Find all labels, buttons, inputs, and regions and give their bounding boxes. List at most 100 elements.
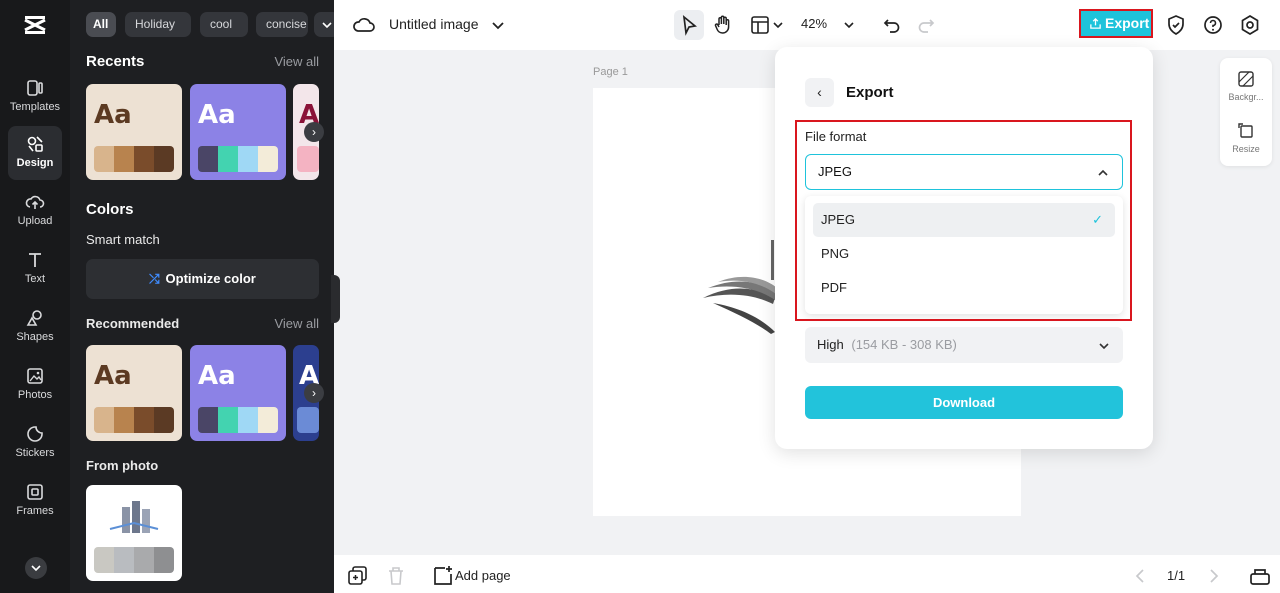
prev-page-chevron-left-icon — [1129, 564, 1153, 588]
undo-icon[interactable] — [880, 13, 904, 37]
text-icon — [29, 253, 41, 267]
rail-shapes-label: Shapes — [16, 331, 54, 343]
palette-card-text: Aa — [198, 361, 236, 391]
rail-text-label: Text — [24, 273, 46, 285]
rail-frames-label: Frames — [16, 505, 54, 517]
document-title[interactable]: Untitled image — [389, 16, 479, 32]
chip-cool[interactable]: cool — [200, 12, 248, 37]
add-page-button[interactable]: Add page — [455, 568, 511, 583]
palette-card-text: Aa — [94, 100, 132, 130]
optimize-color-button[interactable]: ⤮ Optimize color — [86, 259, 319, 299]
rail-design[interactable]: Design — [8, 126, 62, 180]
recents-title: Recents — [86, 53, 145, 70]
export-button-label: Export — [1105, 15, 1150, 31]
export-upload-icon — [1090, 17, 1101, 29]
photo-swatches — [94, 547, 174, 573]
recommended-next-button[interactable]: › — [304, 383, 324, 403]
rail-design-label: Design — [16, 157, 54, 169]
recommended-view-all-link[interactable]: View all — [274, 316, 319, 331]
page-counter: 1/1 — [1167, 568, 1186, 583]
export-panel-title: Export — [846, 84, 894, 101]
page-manager-icon[interactable] — [1248, 564, 1272, 588]
palette-card-text: Aa — [94, 361, 132, 391]
recommended-title: Recommended — [86, 316, 180, 331]
resize-tool[interactable]: Resize — [1220, 122, 1272, 154]
rail-templates[interactable]: Templates — [8, 70, 62, 124]
settings-gear-icon[interactable] — [1238, 13, 1262, 37]
rail-upload[interactable]: Upload — [8, 184, 62, 238]
chip-concise[interactable]: concise — [256, 12, 308, 37]
design-icon — [27, 136, 43, 152]
palette-swatches — [297, 146, 319, 172]
rail-stickers-label: Stickers — [15, 447, 55, 459]
select-tool-button[interactable] — [674, 10, 704, 40]
rail-upload-label: Upload — [17, 215, 53, 227]
from-photo-card[interactable] — [86, 485, 182, 581]
zoom-chevron-down-icon[interactable] — [837, 13, 861, 37]
title-chevron-down-icon[interactable] — [486, 13, 510, 37]
help-icon[interactable] — [1201, 13, 1225, 37]
background-icon — [1238, 71, 1254, 87]
quality-select[interactable]: High (154 KB - 308 KB) — [805, 327, 1123, 363]
resize-icon — [1238, 123, 1253, 138]
add-page-icon[interactable] — [431, 564, 455, 588]
hand-tool-icon[interactable] — [711, 13, 735, 37]
rail-frames[interactable]: Frames — [8, 474, 62, 528]
rail-photos[interactable]: Photos — [8, 358, 62, 412]
chevron-down-icon — [322, 22, 332, 29]
rail-stickers[interactable]: Stickers — [8, 416, 62, 470]
highlight-annotation — [795, 120, 1132, 321]
back-button[interactable]: ‹ — [805, 78, 834, 107]
recents-view-all-link[interactable]: View all — [274, 54, 319, 69]
capcut-logo-icon[interactable] — [22, 12, 48, 38]
redo-icon — [914, 13, 938, 37]
optimize-color-label: Optimize color — [165, 271, 256, 286]
frames-icon — [27, 484, 43, 500]
quality-detail: (154 KB - 308 KB) — [851, 337, 957, 352]
rail-photos-label: Photos — [17, 389, 53, 401]
bottom-bar: Add page 1/1 — [334, 555, 1280, 593]
recommended-palette-card[interactable]: Aa — [86, 345, 182, 441]
design-panel: All Holiday cool concise Recents View al… — [70, 0, 334, 593]
cursor-arrow-icon — [682, 14, 697, 36]
chip-holiday[interactable]: Holiday — [125, 12, 191, 37]
recent-palette-card[interactable]: Aa — [190, 84, 286, 180]
chevron-down-icon — [1097, 327, 1111, 363]
resize-tool-label: Resize — [1232, 144, 1260, 154]
recent-palette-card[interactable]: Aa — [86, 84, 182, 180]
background-tool[interactable]: Backgr... — [1220, 70, 1272, 102]
cloud-sync-icon[interactable] — [352, 13, 376, 37]
background-tool-label: Backgr... — [1228, 92, 1264, 102]
download-button[interactable]: Download — [805, 386, 1123, 419]
palette-card-text: Aa — [198, 100, 236, 130]
layout-chevron-down-icon[interactable] — [766, 13, 790, 37]
chips-more-button[interactable] — [314, 12, 334, 37]
palette-swatches — [94, 146, 174, 172]
shield-icon[interactable] — [1164, 13, 1188, 37]
stickers-icon — [27, 426, 43, 442]
export-panel: ‹ Export File format JPEG JPEG ✓ PNG PDF… — [775, 47, 1153, 449]
next-page-chevron-right-icon — [1201, 564, 1225, 588]
colors-title: Colors — [86, 201, 134, 218]
chip-all[interactable]: All — [86, 12, 116, 37]
upload-cloud-icon — [25, 195, 45, 209]
delete-page-icon — [384, 564, 408, 588]
top-bar: Untitled image 42% Export — [334, 0, 1280, 50]
rail-shapes[interactable]: Shapes — [8, 300, 62, 354]
palette-swatches — [94, 407, 174, 433]
shuffle-icon: ⤮ — [149, 271, 160, 286]
photos-icon — [27, 368, 43, 384]
zoom-level[interactable]: 42% — [801, 16, 827, 31]
recents-next-button[interactable]: › — [304, 122, 324, 142]
panel-collapse-handle[interactable] — [331, 275, 340, 323]
palette-swatches — [297, 407, 319, 433]
rail-text[interactable]: Text — [8, 242, 62, 296]
duplicate-page-icon[interactable] — [346, 564, 370, 588]
rail-more-button[interactable] — [25, 557, 47, 579]
left-rail: Templates Design Upload Text Shapes Phot… — [0, 0, 70, 593]
page-label: Page 1 — [593, 66, 628, 78]
palette-swatches — [198, 407, 278, 433]
recommended-palette-card[interactable]: Aa — [190, 345, 286, 441]
side-tools: Backgr... Resize — [1220, 58, 1272, 166]
export-button[interactable]: Export — [1079, 9, 1153, 38]
